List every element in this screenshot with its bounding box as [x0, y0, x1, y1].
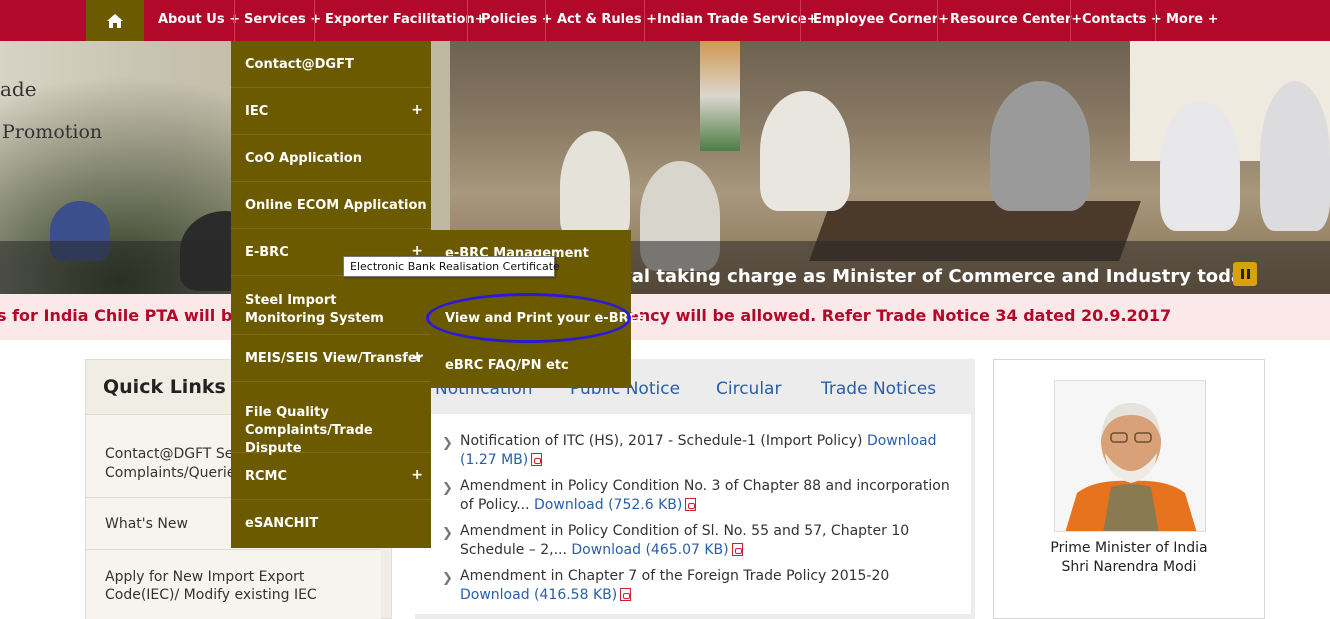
- nav-divider: [314, 0, 315, 41]
- menu-item-label: Contact@DGFT: [245, 57, 354, 72]
- menu-item-label: Online ECOM Application: [245, 198, 427, 213]
- quick-links-title: Quick Links: [103, 376, 226, 398]
- notification-item: ❯ Amendment in Policy Condition of Sl. N…: [442, 522, 950, 560]
- menu-item-steel-import-monitoring[interactable]: Steel Import Monitoring System: [231, 276, 431, 335]
- pause-icon: [1246, 269, 1250, 279]
- menu-item-meis-seis[interactable]: MEIS/SEIS View/Transfer +: [231, 335, 431, 382]
- person-figure: [990, 81, 1090, 211]
- menu-item-coo-application[interactable]: CoO Application: [231, 135, 431, 182]
- menu-item-online-ecom[interactable]: Online ECOM Application: [231, 182, 431, 229]
- chevron-right-icon: ❯: [442, 526, 453, 541]
- expand-plus-icon: +: [411, 349, 423, 365]
- menu-item-label: eSANCHIT: [245, 516, 319, 531]
- portrait-image: [1055, 381, 1205, 531]
- nav-divider: [1070, 0, 1071, 41]
- download-link[interactable]: Download (416.58 KB): [460, 587, 617, 603]
- prime-minister-photo[interactable]: [1054, 380, 1206, 532]
- pdf-icon[interactable]: [731, 543, 743, 556]
- flag-image: [700, 41, 740, 151]
- chevron-right-icon: ❯: [442, 571, 453, 586]
- nav-divider: [467, 0, 468, 41]
- menu-item-label: E-BRC: [245, 245, 289, 260]
- pause-button[interactable]: [1233, 262, 1257, 286]
- expand-plus-icon: +: [411, 102, 423, 118]
- person-figure: [1160, 101, 1240, 231]
- hero-slogan-line-1: ade: [0, 77, 37, 101]
- pdf-icon[interactable]: [685, 498, 697, 511]
- download-link[interactable]: Download (465.07 KB): [571, 542, 728, 558]
- services-dropdown-menu: Contact@DGFT IEC + CoO Application Onlin…: [231, 41, 431, 548]
- notification-item: ❯ Amendment in Chapter 7 of the Foreign …: [442, 567, 950, 605]
- nav-indian-trade-service[interactable]: Indian Trade Service+: [657, 0, 818, 41]
- home-button[interactable]: [86, 0, 144, 41]
- notification-text: Amendment in Chapter 7 of the Foreign Tr…: [460, 568, 890, 584]
- nav-policies[interactable]: Policies +: [481, 0, 553, 41]
- notification-text: Notification of ITC (HS), 2017 - Schedul…: [460, 433, 863, 449]
- submenu-item-view-print-ebrcs[interactable]: View and Print your e-BRCs: [445, 311, 646, 326]
- menu-item-label: CoO Application: [245, 151, 362, 166]
- submenu-item-ebrc-faq[interactable]: eBRC FAQ/PN etc: [445, 358, 569, 373]
- pdf-icon[interactable]: [531, 453, 543, 466]
- tooltip: Electronic Bank Realisation Certificate: [343, 256, 560, 277]
- menu-item-iec[interactable]: IEC +: [231, 88, 431, 135]
- person-figure: [760, 91, 850, 211]
- prime-minister-title: Prime Minister of India: [1050, 540, 1208, 556]
- notification-item: ❯ Notification of ITC (HS), 2017 - Sched…: [442, 432, 950, 470]
- nav-divider: [937, 0, 938, 41]
- nav-services[interactable]: Services +: [244, 0, 321, 41]
- prime-minister-panel: Prime Minister of India Shri Narendra Mo…: [993, 359, 1265, 619]
- ebrc-submenu: e-BRC Management View and Print your e-B…: [431, 230, 646, 388]
- nav-divider: [644, 0, 645, 41]
- quick-link-iec[interactable]: Apply for New Import Export Code(IEC)/ M…: [86, 549, 381, 619]
- nav-contacts[interactable]: Contacts +: [1082, 0, 1162, 41]
- pause-icon: [1240, 269, 1244, 279]
- menu-item-label: Steel Import Monitoring System: [245, 293, 384, 326]
- prime-minister-name: Shri Narendra Modi: [1061, 559, 1197, 575]
- top-navigation-bar: About Us + Services + Exporter Facilitat…: [0, 0, 1330, 41]
- menu-item-label: MEIS/SEIS View/Transfer: [245, 351, 424, 366]
- notification-item: ❯ Amendment in Policy Condition No. 3 of…: [442, 477, 950, 515]
- menu-item-label: File Quality Complaints/Trade Dispute: [245, 405, 373, 456]
- quick-link-label: Apply for New Import Export Code(IEC)/ M…: [105, 569, 317, 603]
- hero-slogan-line-2: Promotion: [2, 121, 103, 143]
- nav-divider: [545, 0, 546, 41]
- chevron-right-icon: ❯: [442, 481, 453, 496]
- hero-caption: yal taking charge as Minister of Commerc…: [620, 266, 1255, 287]
- expand-plus-icon: +: [411, 467, 423, 483]
- menu-item-label: IEC: [245, 104, 269, 119]
- nav-act-rules[interactable]: Act & Rules +: [557, 0, 657, 41]
- nav-employee-corner[interactable]: Employee Corner+: [813, 0, 949, 41]
- menu-item-esanchit[interactable]: eSANCHIT: [231, 500, 431, 547]
- nav-resource-center[interactable]: Resource Center+: [950, 0, 1082, 41]
- menu-item-label: RCMC: [245, 469, 288, 484]
- download-link[interactable]: Download (752.6 KB): [534, 497, 682, 513]
- hero-slideshow: ade Promotion yal taking charge as Minis…: [0, 41, 1330, 294]
- nav-divider: [1155, 0, 1156, 41]
- person-figure: [560, 131, 630, 241]
- nav-divider: [800, 0, 801, 41]
- nav-divider: [234, 0, 235, 41]
- news-ticker[interactable]: s for India Chile PTA will be issued ...…: [0, 294, 1330, 340]
- chevron-right-icon: ❯: [442, 436, 453, 451]
- nav-about-us[interactable]: About Us +: [158, 0, 240, 41]
- menu-item-file-quality-complaints[interactable]: File Quality Complaints/Trade Dispute: [231, 382, 431, 456]
- pdf-icon[interactable]: [620, 588, 632, 601]
- nav-exporter-facilitation[interactable]: Exporter Facilitation+: [325, 0, 486, 41]
- menu-item-contact-dgft[interactable]: Contact@DGFT: [231, 41, 431, 88]
- menu-item-rcmc[interactable]: RCMC +: [231, 453, 431, 500]
- quick-link-label: What's New: [105, 516, 188, 532]
- nav-more[interactable]: More +: [1166, 0, 1219, 41]
- tab-trade-notices[interactable]: Trade Notices: [821, 379, 936, 399]
- home-icon: [107, 13, 123, 28]
- tab-circular[interactable]: Circular: [716, 379, 781, 399]
- person-figure: [1260, 81, 1330, 231]
